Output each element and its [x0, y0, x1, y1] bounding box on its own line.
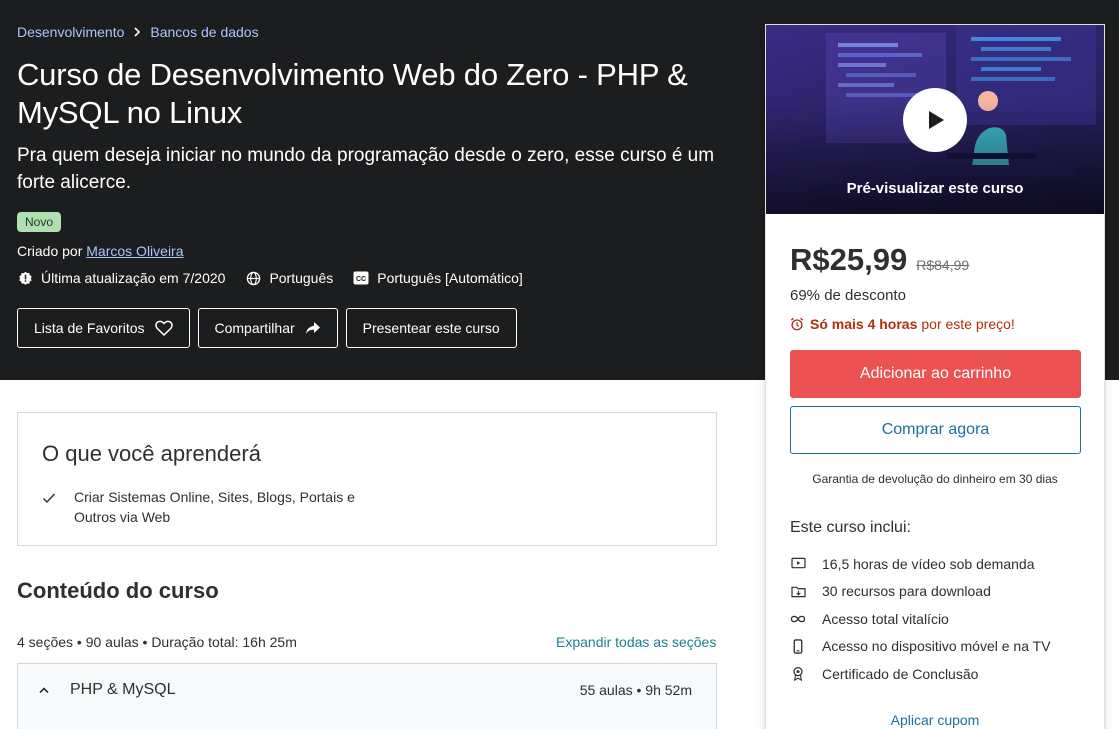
share-arrow-icon — [305, 322, 320, 334]
wishlist-button[interactable]: Lista de Favoritos — [17, 308, 190, 348]
heart-icon — [154, 320, 173, 336]
money-back-guarantee: Garantia de devolução do dinheiro em 30 … — [812, 472, 1058, 486]
include-label: Acesso total vitalício — [822, 610, 949, 627]
includes-title: Este curso inclui: — [790, 519, 911, 536]
what-you-will-learn: O que você aprenderá Criar Sistemas Onli… — [17, 412, 717, 546]
gift-label: Presentear este curso — [362, 320, 500, 336]
offer-timer: Só mais 4 horas por este preço! — [790, 316, 1015, 332]
original-price: R$84,99 — [916, 257, 970, 273]
current-price: R$25,99 — [790, 242, 908, 277]
mobile-icon — [790, 639, 806, 654]
list-item: Acesso no dispositivo móvel e na TV — [790, 633, 1090, 661]
list-item: Certificado de Conclusão — [790, 660, 1090, 688]
course-content-title: Conteúdo do curso — [17, 578, 219, 603]
includes-list: 16,5 horas de vídeo sob demanda 30 recur… — [790, 550, 1090, 688]
author-link[interactable]: Marcos Oliveira — [86, 243, 183, 259]
section-name: PHP & MySQL — [70, 681, 176, 698]
learn-title: O que você aprenderá — [42, 441, 261, 466]
alert-badge-icon — [17, 270, 33, 286]
list-item: 30 recursos para download — [790, 578, 1090, 606]
learn-item-text: Criar Sistemas Online, Sites, Blogs, Por… — [74, 489, 355, 525]
include-label: 16,5 horas de vídeo sob demanda — [822, 555, 1035, 572]
last-updated-text: Última atualização em 7/2020 — [41, 270, 226, 286]
download-icon — [790, 585, 806, 598]
section-header[interactable]: PHP & MySQL 55 aulas • 9h 52m — [17, 663, 717, 717]
infinity-icon — [790, 614, 806, 624]
include-label: 30 recursos para download — [822, 583, 991, 600]
add-to-cart-button[interactable]: Adicionar ao carrinho — [790, 350, 1081, 398]
section-body — [17, 716, 717, 729]
created-by: Criado por Marcos Oliveira — [17, 243, 184, 259]
timer-rest: por este preço! — [921, 316, 1015, 332]
discount-text: 69% de desconto — [790, 287, 906, 304]
chevron-right-icon — [133, 24, 141, 40]
captions: CC Português [Automático] — [353, 270, 523, 286]
preview-label: Pré-visualizar este curso — [846, 180, 1024, 197]
created-prefix: Criado por — [17, 243, 83, 259]
price: R$25,99 R$84,99 — [790, 242, 969, 278]
course-preview[interactable]: Pré-visualizar este curso — [766, 25, 1104, 214]
new-badge: Novo — [17, 212, 62, 232]
captions-text: Português [Automático] — [377, 270, 523, 286]
certificate-icon — [790, 666, 806, 682]
share-button[interactable]: Compartilhar — [197, 308, 338, 348]
expand-all-sections-link[interactable]: Expandir todas as seções — [556, 634, 716, 650]
page-title: Curso de Desenvolvimento Web do Zero - P… — [17, 57, 688, 130]
list-item: Acesso total vitalício — [790, 605, 1090, 633]
breadcrumb-item-bancos-de-dados[interactable]: Bancos de dados — [150, 24, 258, 40]
share-label: Compartilhar — [214, 320, 295, 336]
breadcrumb: Desenvolvimento Bancos de dados — [17, 24, 259, 40]
svg-text:CC: CC — [356, 276, 366, 283]
chevron-up-icon — [38, 681, 52, 699]
globe-icon — [245, 270, 261, 286]
last-updated: Última atualização em 7/2020 — [17, 270, 225, 286]
gift-button[interactable]: Presentear este curso — [345, 308, 517, 348]
purchase-sidebar: Pré-visualizar este curso R$25,99 R$84,9… — [765, 24, 1105, 729]
course-content-meta: 4 seções • 90 aulas • Duração total: 16h… — [17, 634, 297, 650]
alarm-clock-icon — [790, 317, 804, 331]
apply-coupon-link[interactable]: Aplicar cupom — [766, 712, 1104, 728]
play-icon — [929, 111, 944, 129]
course-subtitle: Pra quem deseja iniciar no mundo da prog… — [17, 145, 715, 193]
section-info: 55 aulas • 9h 52m — [579, 682, 692, 698]
language-text: Português — [269, 270, 334, 286]
timer-bold: Só mais 4 horas — [810, 316, 918, 332]
closed-captions-icon: CC — [353, 270, 369, 286]
list-item: 16,5 horas de vídeo sob demanda — [790, 550, 1090, 578]
buy-now-button[interactable]: Comprar agora — [790, 406, 1081, 454]
video-icon — [790, 557, 806, 570]
breadcrumb-item-desenvolvimento[interactable]: Desenvolvimento — [17, 24, 124, 40]
check-icon — [42, 489, 58, 527]
wishlist-label: Lista de Favoritos — [34, 320, 145, 336]
include-label: Acesso no dispositivo móvel e na TV — [822, 638, 1051, 655]
course-actions: Lista de Favoritos Compartilhar Presente… — [17, 308, 525, 348]
language: Português — [245, 270, 333, 286]
learn-item: Criar Sistemas Online, Sites, Blogs, Por… — [42, 487, 364, 527]
include-label: Certificado de Conclusão — [822, 665, 979, 682]
play-button[interactable] — [903, 88, 967, 152]
course-meta: Última atualização em 7/2020 Português C… — [17, 270, 543, 286]
